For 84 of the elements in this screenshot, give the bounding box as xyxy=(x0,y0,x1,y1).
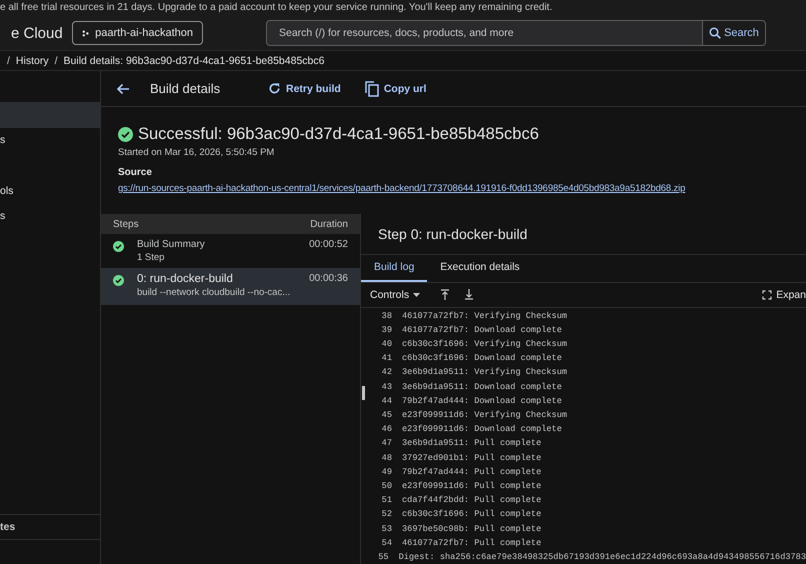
search-field[interactable]: Search (/) for resources, docs, products, and more xyxy=(266,20,702,46)
step-title: Step 0: run-docker-build xyxy=(378,226,528,242)
step-duration: 00:00:36 xyxy=(309,273,348,284)
copy-url-button[interactable]: Copy url xyxy=(358,80,432,96)
caret-icon xyxy=(413,292,420,297)
breadcrumb-separator: / xyxy=(54,54,58,66)
log-line: cda7f44f2bdd: Pull complete xyxy=(402,495,542,506)
line-number: 51 xyxy=(380,495,392,506)
line-number: 40 xyxy=(380,339,392,350)
build-status-title: Successful: 96b3ac90-d37d-4ca1-9651-be85b485cbc6 xyxy=(138,125,539,144)
column-header: Steps xyxy=(113,218,139,230)
log-line: 3e6b9d1a9511: Download complete xyxy=(402,382,562,392)
line-number: 45 xyxy=(380,410,392,420)
scroll-to-bottom-icon[interactable] xyxy=(464,289,474,300)
search-icon xyxy=(709,27,722,39)
line-number: 39 xyxy=(380,324,392,335)
log-line: c6b30c3f1696: Verifying Checksum xyxy=(402,339,568,350)
project-icon xyxy=(82,28,90,38)
column-header: Duration xyxy=(310,218,348,230)
log-line: c6b30c3f1696: Pull complete xyxy=(402,509,542,520)
log-line: 3697be50c98b: Pull complete xyxy=(402,524,542,534)
step-duration: 00:00:52 xyxy=(309,239,348,250)
log-line: c6b30c3f1696: Download complete xyxy=(402,353,562,364)
tab[interactable]: Build log xyxy=(361,254,428,282)
back-arrow-icon[interactable] xyxy=(116,82,130,94)
expand-button[interactable]: Expan xyxy=(762,288,806,301)
line-number: 48 xyxy=(380,452,392,463)
resize-handle[interactable] xyxy=(362,386,365,400)
line-number: 53 xyxy=(380,524,392,534)
sidebar-item[interactable]: s xyxy=(0,128,100,153)
line-number: 47 xyxy=(380,438,392,448)
log-line: e23f099911d6: Pull complete xyxy=(402,480,542,491)
step-title: Build Summary xyxy=(137,239,206,250)
search-button[interactable]: Search xyxy=(702,20,766,46)
breadcrumb-item[interactable]: History xyxy=(16,54,49,66)
sidebar-item[interactable]: s xyxy=(0,204,100,229)
page-title: Build details xyxy=(150,81,222,96)
step-row[interactable]: 0: run-docker-build build --network cloudbuild --no-cac... 00:00:36 xyxy=(101,268,360,305)
line-number: 43 xyxy=(380,382,392,392)
step-row[interactable]: Build Summary 1 Step 00:00:52 xyxy=(101,234,360,268)
log-line: 461077a72fb7: Verifying Checksum xyxy=(402,310,568,321)
sidebar-item[interactable]: tes xyxy=(0,514,100,540)
log-line: e23f099911d6: Download complete xyxy=(402,424,562,434)
log-line: Digest: sha256:c6ae79e38498325db67193d391e6ec1d224d96c693a8a4d943498556716d3783 xyxy=(398,552,806,562)
log-line: 3e6b9d1a9511: Verifying Checksum xyxy=(402,367,568,378)
source-link[interactable]: gs://run-sources-paarth-ai-hackathon-us-central1/services/paarth-backend/1773708644.191916-f0dd1396985e4d05bd983a9a5182bd68.zip xyxy=(118,183,686,194)
line-number: 46 xyxy=(380,424,392,434)
log-line: 3e6b9d1a9511: Pull complete xyxy=(402,438,542,448)
sidebar-item[interactable]: ols xyxy=(0,179,100,204)
log-line: 461077a72fb7: Pull complete xyxy=(402,538,542,548)
refresh-icon xyxy=(268,82,281,95)
log-line: 79b2f47ad444: Download complete xyxy=(402,396,562,406)
success-check-icon xyxy=(113,241,124,252)
step-title: 0: run-docker-build xyxy=(137,273,234,285)
source-label: Source xyxy=(118,167,153,178)
trial-banner-text: e all free trial resources in 21 days. Upgrade to a paid account to keep your service running. You'll keep any remaining credit. xyxy=(0,2,552,14)
build-start-time: Started on Mar 16, 2026, 5:50:45 PM xyxy=(118,147,276,158)
step-subtitle: build --network cloudbuild --no-cac... xyxy=(137,287,292,298)
line-number: 42 xyxy=(380,367,392,378)
success-check-icon xyxy=(118,127,133,142)
log-line: 79b2f47ad444: Pull complete xyxy=(402,466,542,477)
line-number: 55 xyxy=(377,552,389,562)
log-line: 461077a72fb7: Download complete xyxy=(402,324,562,335)
tab[interactable]: Execution details xyxy=(427,254,533,282)
line-number: 49 xyxy=(380,466,392,477)
logo-text[interactable]: e Cloud xyxy=(11,24,61,42)
fullscreen-icon xyxy=(762,290,772,300)
controls-dropdown[interactable]: Controls xyxy=(370,288,420,301)
line-number: 38 xyxy=(380,310,392,321)
breadcrumb-item: Build details: 96b3ac90-d37d-4ca1-9651-be85b485cbc6 xyxy=(64,54,324,66)
success-check-icon xyxy=(113,275,124,286)
breadcrumb-separator: / xyxy=(7,54,10,66)
scroll-to-top-icon[interactable] xyxy=(440,289,450,300)
copy-icon xyxy=(364,80,379,96)
log-line: 37927ed901b1: Pull complete xyxy=(402,452,542,463)
line-number: 52 xyxy=(380,509,392,520)
line-number: 54 xyxy=(380,538,392,548)
line-number: 41 xyxy=(380,353,392,364)
project-picker[interactable]: paarth-ai-hackathon xyxy=(72,21,203,45)
line-number: 50 xyxy=(380,480,392,491)
step-subtitle: 1 Step xyxy=(137,252,166,263)
line-number: 44 xyxy=(380,396,392,406)
retry-build-button[interactable]: Retry build xyxy=(262,82,347,95)
log-line: e23f099911d6: Verifying Checksum xyxy=(402,410,568,420)
